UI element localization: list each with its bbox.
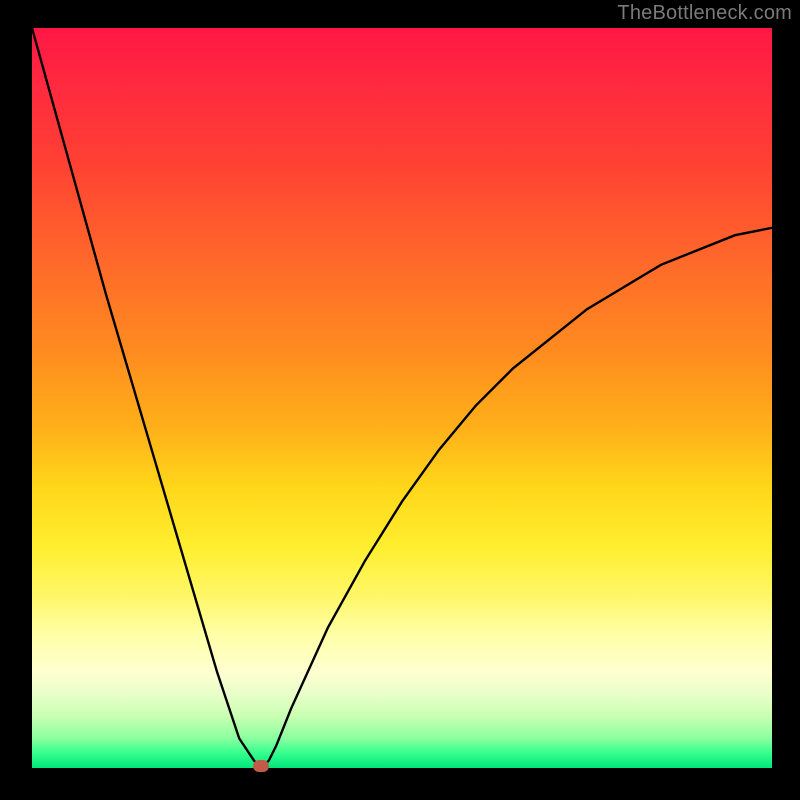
chart-frame: TheBottleneck.com — [0, 0, 800, 800]
bottleneck-curve — [32, 28, 772, 768]
plot-area — [32, 28, 772, 768]
watermark-text: TheBottleneck.com — [617, 2, 792, 25]
optimal-point-marker — [253, 760, 269, 772]
curve-svg — [32, 28, 772, 768]
